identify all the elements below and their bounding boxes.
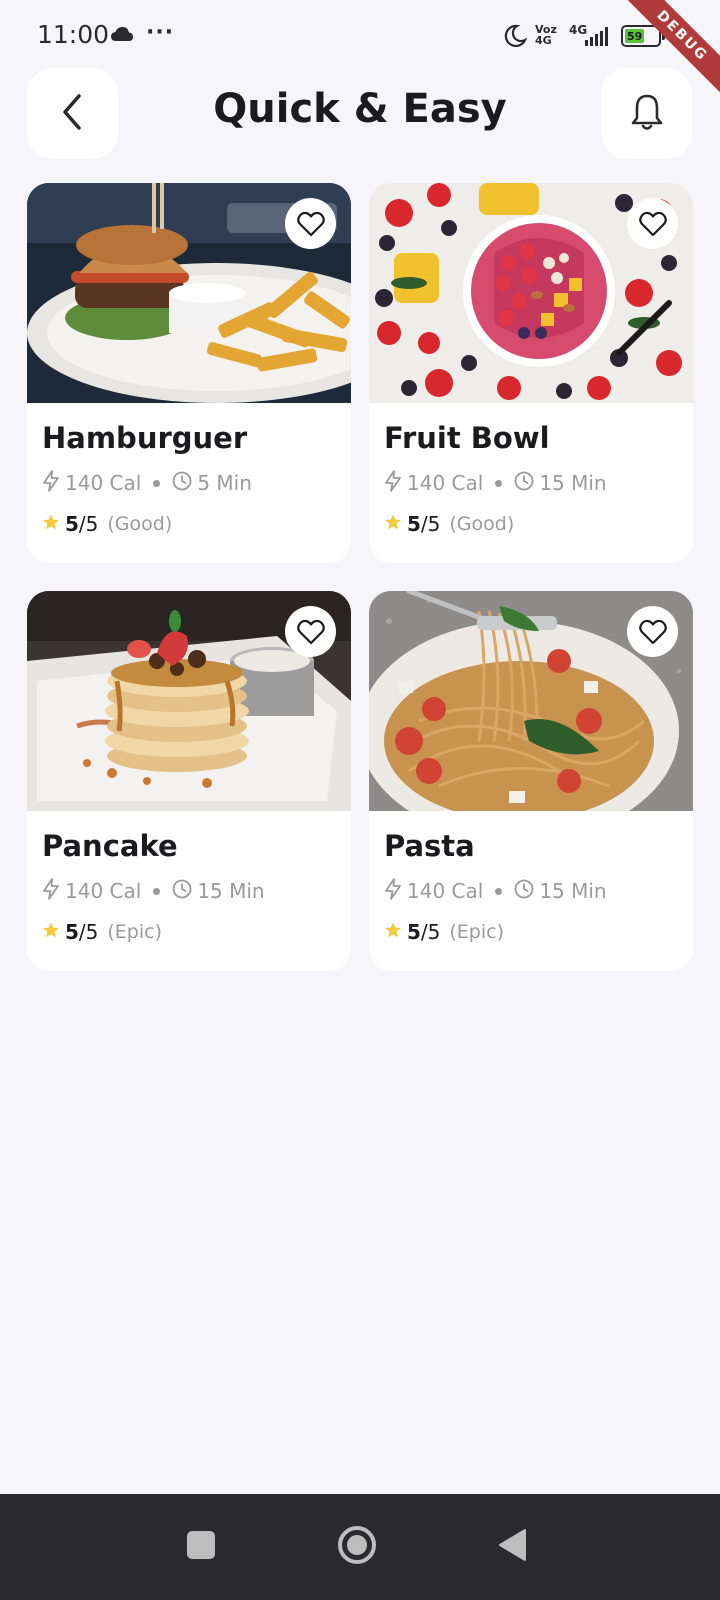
clock-icon: [172, 471, 197, 496]
star-icon: [384, 512, 402, 536]
recipe-rating: 5 /5 (Good): [384, 511, 514, 537]
star-icon: [42, 920, 60, 944]
recipe-meta: 140 Cal 5 Min: [42, 469, 252, 497]
rating-score: 5: [407, 512, 421, 536]
favorite-button[interactable]: [627, 606, 678, 657]
star-icon: [384, 920, 402, 944]
recipe-image-fruit-bowl: [369, 183, 693, 403]
more-notifications-icon: ···: [146, 20, 175, 45]
recipe-title: Hamburguer: [42, 421, 248, 455]
rating-score: 5: [65, 920, 79, 944]
heart-outline-icon: [296, 211, 325, 237]
signal-icon: [585, 26, 613, 50]
status-time: 11:00: [37, 20, 110, 49]
recipe-rating: 5 /5 (Epic): [42, 919, 162, 945]
recipe-title: Pasta: [384, 829, 475, 863]
favorite-button[interactable]: [285, 606, 336, 657]
favorite-button[interactable]: [627, 198, 678, 249]
lightning-icon: [42, 877, 65, 905]
clock-icon: [172, 879, 197, 904]
time-text: 15 Min: [197, 879, 265, 903]
rating-label: (Good): [449, 513, 515, 535]
time-text: 5 Min: [197, 471, 252, 495]
rating-max: /5: [78, 512, 99, 536]
recipe-card-pasta[interactable]: Pasta 140 Cal 15 Min 5 /5 (Epic): [369, 591, 693, 971]
heart-outline-icon: [296, 619, 325, 645]
volte-bottom-text: 4G: [535, 34, 552, 47]
recipe-card-pancake[interactable]: Pancake 140 Cal 15 Min 5 /5 (Epic): [27, 591, 351, 971]
home-button[interactable]: [297, 1494, 417, 1600]
recipe-title: Pancake: [42, 829, 178, 863]
back-nav-button[interactable]: [453, 1494, 573, 1600]
recipe-card-hamburguer[interactable]: Hamburguer 140 Cal 5 Min 5 /5 (Good): [27, 183, 351, 563]
rating-label: (Good): [107, 513, 173, 535]
lightning-icon: [384, 469, 407, 497]
status-bar: 11:00 ··· Voz 4G 4G 59: [0, 0, 720, 64]
recipe-image-hamburger: [27, 183, 351, 403]
recipe-image-pancake: [27, 591, 351, 811]
moon-icon: [503, 24, 528, 52]
home-circle-icon: [337, 1525, 377, 1569]
favorite-button[interactable]: [285, 198, 336, 249]
recipe-rating: 5 /5 (Good): [42, 511, 172, 537]
time-text: 15 Min: [539, 471, 607, 495]
recipe-meta: 140 Cal 15 Min: [384, 469, 607, 497]
square-icon: [186, 1530, 216, 1564]
back-button[interactable]: [27, 68, 118, 159]
volte-indicator: Voz 4G: [535, 24, 557, 46]
calories-text: 140 Cal: [407, 879, 484, 903]
rating-score: 5: [407, 920, 421, 944]
recipe-image-pasta: [369, 591, 693, 811]
battery-level: 59: [625, 29, 645, 43]
page-title: Quick & Easy: [213, 86, 507, 132]
rating-max: /5: [78, 920, 99, 944]
calories-text: 140 Cal: [65, 879, 142, 903]
time-text: 15 Min: [539, 879, 607, 903]
calories-text: 140 Cal: [407, 471, 484, 495]
star-icon: [42, 512, 60, 536]
lightning-icon: [384, 877, 407, 905]
cloud-icon: [110, 26, 134, 46]
lightning-icon: [42, 469, 65, 497]
heart-outline-icon: [638, 211, 667, 237]
recipe-title: Fruit Bowl: [384, 421, 550, 455]
calories-text: 140 Cal: [65, 471, 142, 495]
system-nav-bar: [0, 1494, 720, 1600]
rating-label: (Epic): [107, 921, 163, 943]
rating-label: (Epic): [449, 921, 505, 943]
recipe-meta: 140 Cal 15 Min: [384, 877, 607, 905]
heart-outline-icon: [638, 619, 667, 645]
chevron-left-icon: [58, 93, 88, 135]
notifications-button[interactable]: [601, 68, 692, 159]
back-triangle-icon: [498, 1528, 528, 1566]
recipe-rating: 5 /5 (Epic): [384, 919, 504, 945]
bell-icon: [629, 92, 665, 136]
recipe-card-fruit-bowl[interactable]: Fruit Bowl 140 Cal 15 Min 5 /5 (Good): [369, 183, 693, 563]
clock-icon: [514, 879, 539, 904]
rating-max: /5: [420, 920, 441, 944]
rating-score: 5: [65, 512, 79, 536]
recents-button[interactable]: [141, 1494, 261, 1600]
recipe-meta: 140 Cal 15 Min: [42, 877, 265, 905]
rating-max: /5: [420, 512, 441, 536]
clock-icon: [514, 471, 539, 496]
